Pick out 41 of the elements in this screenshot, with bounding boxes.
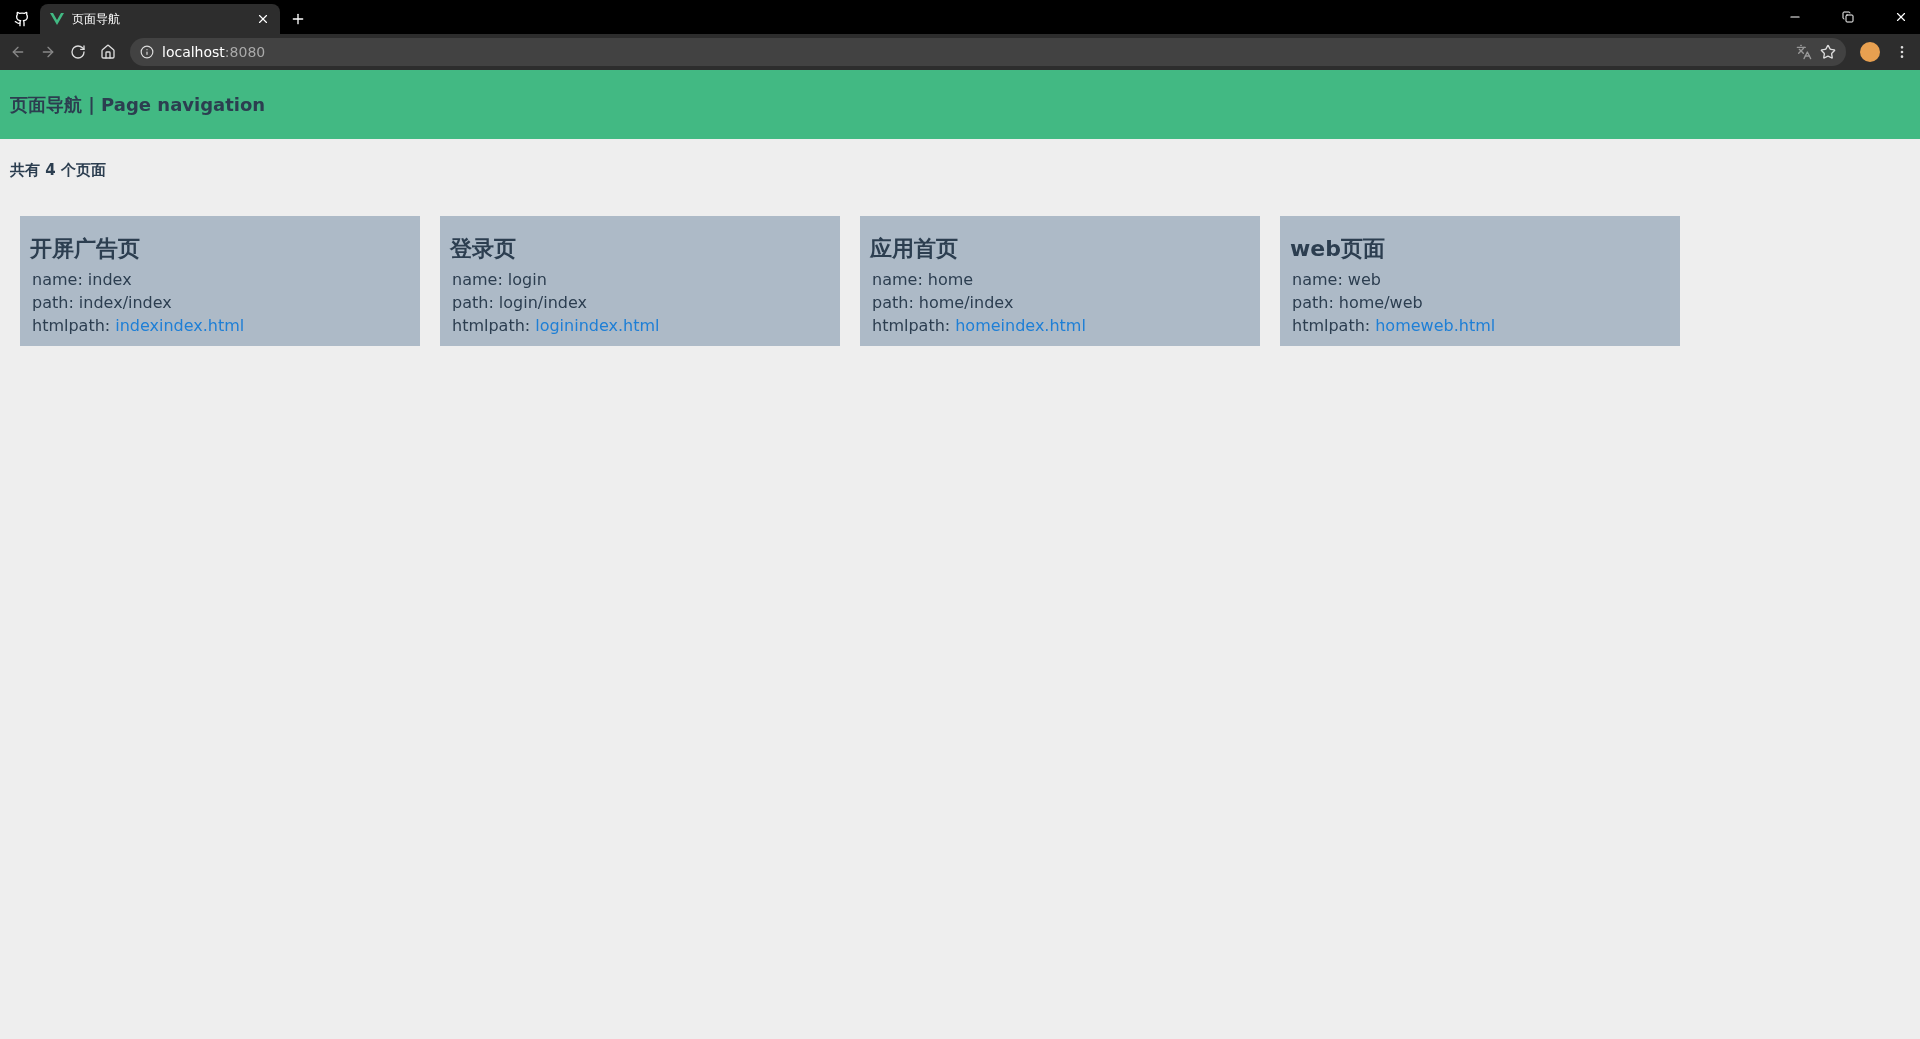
close-icon[interactable]: [256, 12, 270, 26]
card-name: name: login: [451, 269, 548, 291]
card-title: 登录页: [450, 235, 517, 263]
address-bar[interactable]: localhost:8080: [130, 38, 1846, 66]
card-path: path: index/index: [31, 292, 173, 314]
card-name: name: home: [871, 269, 975, 291]
htmlpath-label: htmlpath:: [872, 315, 951, 337]
htmlpath-link[interactable]: loginindex.html: [535, 314, 660, 337]
card-path: path: home/web: [1291, 292, 1424, 314]
browser-tab[interactable]: 页面导航: [40, 4, 280, 34]
reload-icon[interactable]: [70, 44, 86, 60]
new-tab-icon[interactable]: [290, 11, 306, 27]
v-logo-icon: [50, 13, 64, 25]
card-name: name: web: [1291, 269, 1382, 291]
forward-icon[interactable]: [40, 44, 56, 60]
card-title: web页面: [1290, 235, 1386, 263]
htmlpath-link[interactable]: indexindex.html: [115, 314, 245, 337]
info-icon[interactable]: [140, 45, 154, 59]
card-path: path: home/index: [871, 292, 1015, 314]
card-name: name: index: [31, 269, 133, 291]
htmlpath-label: htmlpath:: [452, 315, 531, 337]
page-title: 页面导航 | Page navigation: [10, 92, 266, 117]
htmlpath-label: htmlpath:: [32, 315, 111, 337]
url-port: :8080: [224, 44, 266, 60]
home-icon[interactable]: [100, 44, 116, 60]
htmlpath-link[interactable]: homeindex.html: [955, 314, 1086, 337]
restore-icon[interactable]: [1842, 11, 1854, 23]
github-icon[interactable]: [14, 11, 30, 27]
htmlpath-label: htmlpath:: [1292, 315, 1371, 337]
card-path: path: login/index: [451, 292, 588, 314]
page-count: 共有 4 个页面: [9, 160, 107, 180]
avatar-icon[interactable]: [1860, 42, 1880, 62]
card-title: 应用首页: [870, 235, 959, 263]
translate-icon[interactable]: [1796, 44, 1812, 60]
back-icon[interactable]: [10, 44, 26, 60]
htmlpath-link[interactable]: homeweb.html: [1375, 314, 1496, 337]
url-host: localhost: [162, 44, 225, 60]
close-window-icon[interactable]: [1894, 10, 1908, 24]
star-icon[interactable]: [1820, 44, 1836, 60]
tab-title: 页面导航: [72, 10, 121, 28]
card-title: 开屏广告页: [30, 235, 141, 263]
